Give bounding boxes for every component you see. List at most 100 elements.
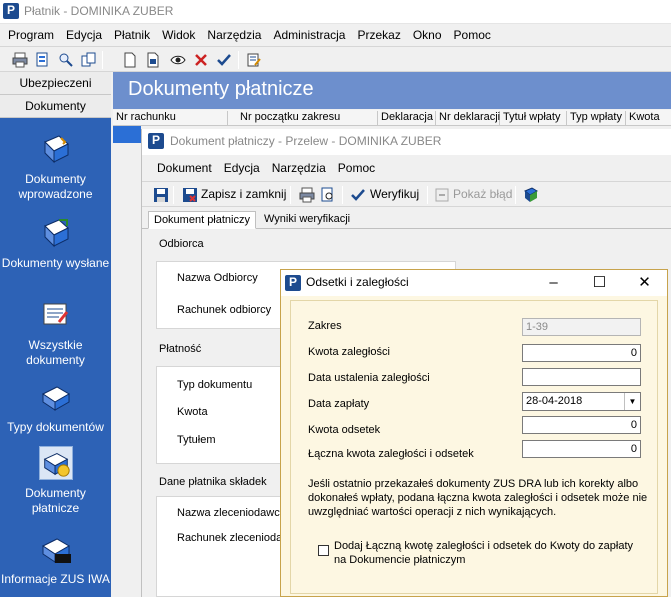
total-amount-label: Łączna kwota zaległości i odsetek: [308, 448, 474, 460]
app-logo-icon: [285, 275, 301, 291]
interest-amount-field[interactable]: 0: [522, 416, 641, 434]
section-odbiorca: Odbiorca: [159, 238, 204, 250]
add-total-checkbox[interactable]: [318, 545, 329, 556]
nav-label: Wszystkie dokumenty: [26, 338, 85, 367]
field-label: Tytułem: [177, 434, 216, 446]
chevron-down-icon[interactable]: ▼: [624, 393, 640, 410]
show-error-button[interactable]: Pokaż błąd: [453, 187, 512, 201]
interest-amount-label: Kwota odsetek: [308, 424, 381, 436]
menu-edycja[interactable]: Edycja: [60, 24, 108, 46]
column-header[interactable]: Tytuł wpłaty: [500, 111, 567, 125]
menu-narzedzia[interactable]: Narzędzia: [201, 24, 267, 46]
main-header: Dokumenty płatnicze: [113, 72, 671, 109]
nav-label: Dokumenty płatnicze: [25, 486, 86, 515]
app-titlebar: Płatnik - DOMINIKA ZUBER: [0, 0, 671, 24]
menu-pomoc[interactable]: Pomoc: [332, 158, 381, 178]
arrears-amount-label: Kwota zaległości: [308, 346, 390, 358]
nav-item-dokumenty-wyslane[interactable]: Dokumenty wysłane: [0, 216, 111, 271]
edit-list-icon[interactable]: [246, 52, 262, 68]
column-header[interactable]: Nr początku zakresu: [237, 111, 378, 125]
interest-arrears-dialog: Odsetki i zaległości – ☐ ✕ Zakres 1-39 K…: [280, 269, 668, 597]
section-platnosc: Płatność: [159, 343, 202, 355]
table-row[interactable]: [113, 126, 141, 143]
close-icon[interactable]: ✕: [622, 270, 667, 296]
menu-pomoc[interactable]: Pomoc: [448, 24, 497, 46]
total-amount-field[interactable]: 0: [522, 440, 641, 458]
nav-label: Dokumenty wysłane: [1, 256, 110, 270]
document-types-icon: [41, 386, 70, 411]
menu-administracja[interactable]: Administracja: [267, 24, 351, 46]
column-header[interactable]: Kwota: [626, 111, 671, 125]
print-icon[interactable]: [299, 187, 315, 203]
field-label: Rachunek odbiorcy: [177, 304, 272, 316]
arrears-date-label: Data ustalenia zaległości: [308, 372, 430, 384]
document-in-icon: [43, 135, 69, 164]
arrears-amount-field[interactable]: 0: [522, 344, 641, 362]
document-titlebar: Dokument płatniczy - Przelew - DOMINIKA …: [142, 129, 671, 155]
column-header[interactable]: Typ wpłaty: [567, 111, 626, 125]
document-menubar: Dokument Edycja Narzędzia Pomoc: [142, 158, 671, 178]
menu-okno[interactable]: Okno: [407, 24, 448, 46]
table-header: Nr rachunku Nr początku zakresu Deklarac…: [113, 110, 671, 126]
section-dane-platnika: Dane płatnika składek: [159, 476, 267, 488]
menu-przekaz[interactable]: Przekaz: [351, 24, 406, 46]
preview-icon[interactable]: [320, 187, 336, 203]
show-error-icon[interactable]: [434, 187, 450, 203]
add-total-label[interactable]: Dodaj Łączną kwotę zaległości i odsetek …: [334, 539, 634, 567]
tab-ubezpieczeni[interactable]: Ubezpieczeni: [0, 72, 111, 95]
user-search-icon[interactable]: [58, 52, 74, 68]
app-toolbar: [0, 46, 671, 72]
document-title: Dokument płatniczy - Przelew - DOMINIKA …: [170, 134, 442, 148]
menu-program[interactable]: Program: [2, 24, 60, 46]
column-header[interactable]: Nr rachunku: [113, 111, 228, 125]
nav-item-dokumenty-platnicze[interactable]: Dokumenty płatnicze: [0, 446, 111, 516]
range-label: Zakres: [308, 320, 342, 332]
nav-tabs: Ubezpieczeni Dokumenty: [0, 72, 111, 118]
preview-icon[interactable]: [35, 52, 51, 68]
menu-narzedzia[interactable]: Narzędzia: [266, 158, 332, 178]
zus-iwa-icon: [41, 538, 71, 563]
menu-edycja[interactable]: Edycja: [218, 158, 266, 178]
tab-dokumenty[interactable]: Dokumenty: [0, 95, 111, 118]
verify-icon[interactable]: [350, 187, 366, 203]
book-icon[interactable]: [523, 187, 539, 203]
tab-wyniki-weryfikacji[interactable]: Wyniki weryfikacji: [259, 211, 355, 229]
view-icon[interactable]: [170, 52, 186, 68]
payment-date-select[interactable]: 28-04-2018 ▼: [522, 392, 641, 411]
copy-icon[interactable]: [81, 52, 97, 68]
nav-item-typy-dokumentow[interactable]: Typy dokumentów: [0, 380, 111, 435]
nav-item-wszystkie-dokumenty[interactable]: Wszystkie dokumenty: [0, 298, 111, 368]
app-menubar: Program Edycja Płatnik Widok Narzędzia Admini…: [0, 24, 671, 46]
nav-panel: Dokumenty wprowadzone Dokumenty wysłane …: [0, 118, 111, 597]
column-header[interactable]: Nr deklaracji: [436, 111, 500, 125]
field-label: Typ dokumentu: [177, 379, 253, 391]
confirm-icon[interactable]: [216, 52, 232, 68]
nav-item-informacje-zus-iwa[interactable]: Informacje ZUS IWA: [0, 532, 111, 587]
maximize-icon[interactable]: ☐: [577, 270, 622, 296]
delete-icon[interactable]: [193, 52, 209, 68]
document-tabs: Dokument płatniczy Wyniki weryfikacji: [142, 209, 671, 229]
nav-label: Dokumenty wprowadzone: [18, 172, 93, 201]
arrears-date-field[interactable]: [522, 368, 641, 386]
minimize-icon[interactable]: –: [531, 270, 576, 296]
menu-widok[interactable]: Widok: [156, 24, 201, 46]
tab-dokument-platniczy[interactable]: Dokument płatniczy: [148, 211, 256, 229]
dialog-titlebar: Odsetki i zaległości – ☐ ✕: [281, 270, 667, 296]
all-documents-icon: [43, 303, 68, 325]
menu-platnik[interactable]: Płatnik: [108, 24, 156, 46]
app-logo-icon: [3, 3, 19, 19]
verify-button[interactable]: Weryfikuj: [370, 187, 419, 201]
save-document-icon[interactable]: [145, 52, 161, 68]
menu-dokument[interactable]: Dokument: [151, 158, 218, 178]
field-label: Nazwa Odbiorcy: [177, 272, 258, 284]
nav-item-dokumenty-wprowadzone[interactable]: Dokumenty wprowadzone: [0, 132, 111, 202]
save-close-button[interactable]: Zapisz i zamknij: [201, 187, 286, 201]
info-text: Jeśli ostatnio przekazałeś dokumenty ZUS…: [308, 478, 648, 518]
print-icon[interactable]: [12, 52, 28, 68]
payment-documents-icon: [38, 446, 73, 480]
save-close-icon[interactable]: [182, 187, 198, 203]
field-label: Nazwa zleceniodawcy: [177, 507, 286, 519]
save-icon[interactable]: [153, 187, 169, 203]
column-header[interactable]: Deklaracja: [378, 111, 436, 125]
new-document-icon[interactable]: [122, 52, 138, 68]
